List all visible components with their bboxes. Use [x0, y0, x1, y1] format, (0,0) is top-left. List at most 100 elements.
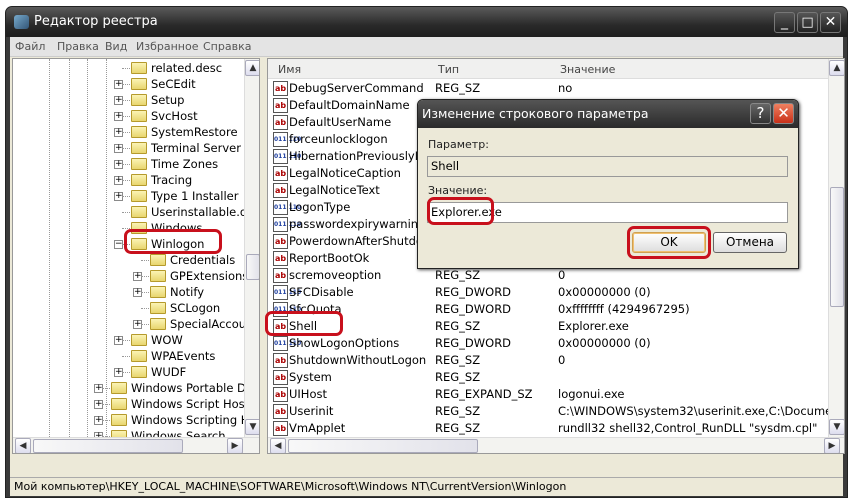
menu-help[interactable]: Справка — [203, 40, 251, 53]
dialog-close-button[interactable]: ✕ — [773, 103, 794, 124]
tree-connector — [122, 148, 130, 149]
row-value: 0 — [558, 268, 566, 282]
cancel-button[interactable]: Отмена — [713, 232, 787, 253]
edit-string-dialog: Изменение строкового параметра ? ✕ Парам… — [417, 99, 799, 269]
scroll-left-button[interactable]: ◀ — [270, 438, 286, 453]
maximize-button[interactable]: □ — [797, 12, 818, 33]
string-value-icon: ab — [273, 251, 288, 266]
close-button[interactable]: ✕ — [820, 12, 841, 33]
row-name: DefaultDomainName — [289, 98, 410, 112]
tree-connector — [122, 164, 130, 165]
row-value: 0x00000000 (0) — [558, 285, 651, 299]
menu-edit[interactable]: Правка — [57, 40, 99, 53]
list-row[interactable]: ab Userinit REG_SZ C:\WINDOWS\system32\user… — [268, 403, 844, 420]
tree-item-label: Credentials — [170, 253, 236, 267]
list-row[interactable]: ab UIHost REG_EXPAND_SZ logonui.exe — [268, 386, 828, 403]
row-type: REG_DWORD — [435, 336, 512, 350]
scroll-down-button[interactable]: ▼ — [829, 419, 844, 435]
row-value: C:\WINDOWS\system32\userinit.exe,C:\Docu… — [558, 404, 845, 418]
scroll-down-button[interactable]: ▼ — [245, 419, 259, 435]
list-row[interactable]: ab System REG_SZ — [268, 369, 828, 386]
row-name: LogonType — [289, 200, 351, 214]
list-header: Имя Тип Значение — [268, 59, 828, 79]
menu-view[interactable]: Вид — [105, 40, 127, 53]
string-value-icon: ab — [273, 387, 288, 402]
list-row[interactable]: 011 110 ShowLogonOptions REG_DWORD 0x000000… — [268, 335, 828, 352]
folder-icon — [131, 126, 147, 138]
list-horizontal-scrollbar[interactable]: ◀ ▶ — [268, 437, 844, 453]
tree-connector — [122, 116, 130, 117]
tree-connector — [122, 340, 130, 341]
help-button[interactable]: ? — [750, 103, 771, 124]
row-name: forceunlocklogon — [289, 132, 388, 146]
scroll-up-button[interactable]: ▲ — [829, 60, 844, 76]
string-value-icon: ab — [273, 98, 288, 113]
tree-item-label: WOW — [151, 333, 183, 347]
list-row[interactable]: ab VmApplet REG_SZ rundll32 shell32,Control… — [268, 420, 828, 437]
folder-icon — [131, 62, 147, 74]
row-type: REG_SZ — [435, 421, 481, 435]
list-vertical-scrollbar[interactable]: ▲ ▼ — [828, 59, 844, 437]
folder-icon — [150, 270, 166, 282]
tree-vertical-scrollbar[interactable]: ▲ ▼ — [244, 59, 259, 437]
tree-connector — [141, 308, 149, 309]
value-label: Значение: — [428, 184, 488, 197]
title-bar[interactable]: Редактор реестра _ □ ✕ — [6, 7, 847, 37]
folder-icon — [150, 302, 166, 314]
menu-favorites[interactable]: Избранное — [136, 40, 198, 53]
tree-item-label: Notify — [170, 285, 204, 299]
row-name: System — [289, 370, 332, 384]
column-name[interactable]: Имя — [278, 63, 301, 76]
key-tree[interactable]: related.desc + SeCEdit + Setup + SvcHost + Syste… — [12, 58, 260, 454]
folder-icon — [131, 366, 147, 378]
list-row[interactable]: 011 110 SfcQuota REG_DWORD 0xffffffff (4294… — [268, 301, 828, 318]
highlight-winlogon — [124, 229, 222, 254]
row-type: REG_SZ — [435, 370, 481, 384]
list-row[interactable]: ab DebugServerCommand REG_SZ no — [268, 80, 828, 97]
tree-item-label: WPAEvents — [151, 349, 216, 363]
tree-item-label: SystemRestore — [151, 125, 238, 139]
row-type: REG_EXPAND_SZ — [435, 387, 533, 401]
column-type[interactable]: Тип — [438, 63, 459, 76]
string-value-icon: ab — [273, 353, 288, 368]
list-row[interactable]: ab Shell REG_SZ Explorer.exe — [268, 318, 828, 335]
tree-item-label: Setup — [151, 93, 185, 107]
menu-file[interactable]: Файл — [15, 40, 45, 53]
row-name: LegalNoticeCaption — [289, 166, 401, 180]
folder-icon — [131, 158, 147, 170]
scroll-left-button[interactable]: ◀ — [15, 438, 31, 453]
minimize-button[interactable]: _ — [774, 12, 795, 33]
scroll-thumb[interactable] — [288, 439, 478, 453]
tree-item-label: Windows Script Host — [131, 397, 250, 411]
scroll-thumb[interactable] — [33, 439, 183, 453]
scroll-up-button[interactable]: ▲ — [245, 60, 259, 76]
highlight-shell — [265, 311, 343, 336]
string-value-icon: ab — [273, 370, 288, 385]
tree-connector — [141, 276, 149, 277]
list-row[interactable]: ab ShutdownWithoutLogon REG_SZ 0 — [268, 352, 828, 369]
folder-icon — [150, 254, 166, 266]
scroll-thumb[interactable] — [830, 187, 844, 307]
folder-icon — [111, 414, 127, 426]
string-value-icon: ab — [273, 404, 288, 419]
row-type: REG_SZ — [435, 353, 481, 367]
tree-connector — [141, 260, 149, 261]
folder-icon — [131, 174, 147, 186]
tree-item-label: Terminal Server — [151, 141, 241, 155]
row-value: rundll32 shell32,Control_RunDLL "sysdm.c… — [558, 421, 818, 435]
binary-value-icon: 011 110 — [273, 285, 301, 300]
string-value-icon: ab — [273, 234, 288, 249]
string-value-icon: ab — [273, 268, 288, 283]
folder-icon — [111, 382, 127, 394]
scroll-thumb[interactable] — [246, 254, 259, 280]
tree-connector — [122, 132, 130, 133]
list-row[interactable]: 011 110 SFCDisable REG_DWORD 0x00000000 (0) — [268, 284, 828, 301]
tree-connector — [141, 292, 149, 293]
row-name: DefaultUserName — [289, 115, 392, 129]
list-row[interactable]: ab scremoveoption REG_SZ 0 — [268, 267, 828, 284]
column-value[interactable]: Значение — [560, 63, 615, 76]
tree-horizontal-scrollbar[interactable]: ◀ ▶ — [13, 437, 259, 453]
scroll-right-button[interactable]: ▶ — [824, 438, 840, 453]
tree-item-label: GPExtensions — [170, 269, 249, 283]
scroll-right-button[interactable]: ▶ — [227, 438, 243, 453]
